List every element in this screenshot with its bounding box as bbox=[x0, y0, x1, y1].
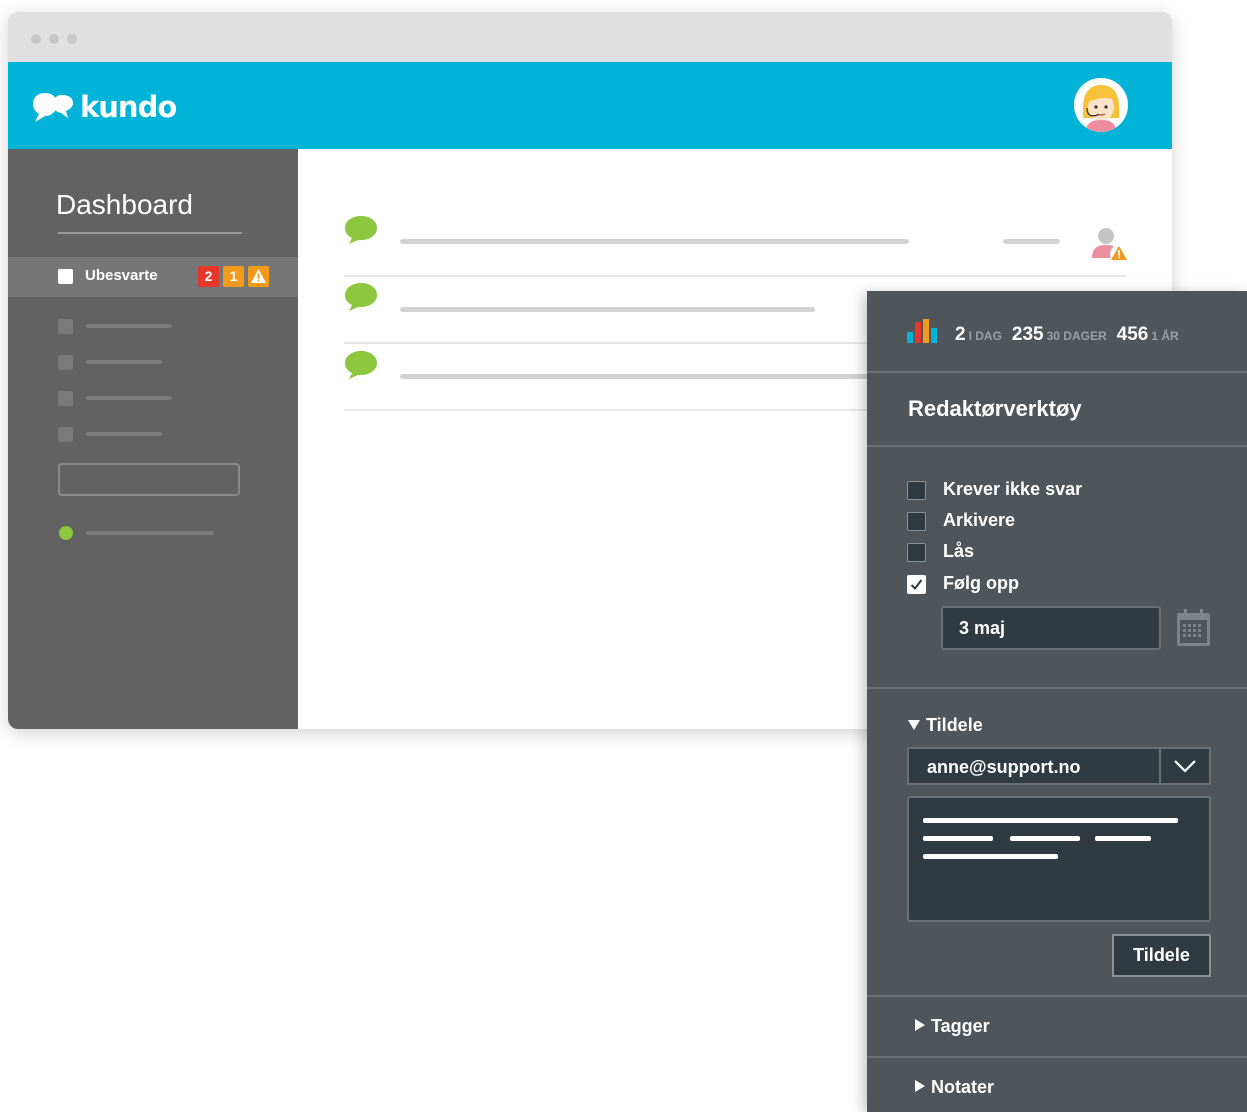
app-name: kundo bbox=[80, 90, 177, 124]
text-placeholder-line bbox=[923, 854, 1058, 859]
chat-bubble-icon bbox=[345, 351, 377, 379]
calendar-icon[interactable] bbox=[1176, 609, 1211, 647]
title-bar bbox=[8, 12, 1172, 62]
sidebar-item-label: Ubesvarte bbox=[85, 267, 158, 284]
stat-value-30-days: 235 bbox=[1011, 324, 1044, 345]
count-badge-orange: 1 bbox=[223, 266, 244, 287]
sidebar-item-placeholder-line bbox=[86, 324, 172, 328]
stat-value-today: 2 bbox=[955, 324, 966, 345]
panel-title: Redaktørverktøy bbox=[908, 396, 1082, 421]
assign-section-label: Tildele bbox=[926, 715, 983, 735]
sidebar-item-placeholder-line bbox=[86, 432, 162, 436]
text-placeholder-line bbox=[923, 836, 993, 841]
assignee-dropdown-button[interactable] bbox=[1159, 749, 1209, 783]
sidebar-title-underline bbox=[58, 232, 242, 234]
assign-section-toggle[interactable]: Tildele bbox=[907, 715, 983, 736]
app-header: kundo bbox=[8, 62, 1172, 149]
stats-bar: 2I DAG 235 30 DAGER 456 1 ÅR bbox=[867, 291, 1247, 373]
assignee-selected-value: anne@support.no bbox=[927, 757, 1081, 777]
chat-bubble-icon bbox=[345, 216, 377, 244]
sidebar-item-ubesvarte[interactable]: Ubesvarte 2 1 bbox=[8, 257, 298, 297]
follow-up-date-value: 3 maj bbox=[959, 618, 1006, 638]
notes-section-label: Notater bbox=[931, 1077, 995, 1097]
window-close-dot[interactable] bbox=[31, 34, 41, 44]
checkbox-label: Krever ikke svar bbox=[943, 479, 1083, 499]
sidebar-item-placeholder[interactable] bbox=[58, 319, 73, 334]
sidebar-search-input[interactable] bbox=[58, 463, 240, 496]
checkbox-label: Følg opp bbox=[943, 573, 1019, 593]
text-placeholder-line bbox=[1010, 836, 1080, 841]
sidebar-item-placeholder-line bbox=[86, 360, 162, 364]
sidebar-item-checkbox[interactable] bbox=[58, 269, 73, 284]
triangle-right-icon bbox=[915, 1019, 925, 1031]
sidebar-item-placeholder[interactable] bbox=[58, 391, 73, 406]
checkbox-label: Arkivere bbox=[943, 510, 1016, 530]
bar-chart-icon bbox=[907, 319, 937, 343]
stat-value-1-year: 456 bbox=[1116, 324, 1149, 345]
sidebar-item-placeholder[interactable] bbox=[58, 355, 73, 370]
section-divider bbox=[867, 445, 1247, 447]
section-divider bbox=[867, 995, 1247, 997]
unassigned-user-warning-icon bbox=[1092, 228, 1128, 263]
triangle-right-icon bbox=[915, 1080, 925, 1092]
conversation-title-placeholder[interactable] bbox=[400, 307, 815, 312]
sidebar: Dashboard Ubesvarte 2 1 bbox=[8, 149, 298, 729]
stats-values: 2I DAG 235 30 DAGER 456 1 ÅR bbox=[955, 324, 1189, 346]
row-separator bbox=[344, 275, 1127, 277]
notes-section-toggle[interactable]: Notater bbox=[914, 1077, 994, 1098]
user-avatar[interactable] bbox=[1074, 78, 1128, 132]
sidebar-title: Dashboard bbox=[56, 189, 193, 220]
section-divider bbox=[867, 687, 1247, 689]
sidebar-item-placeholder[interactable] bbox=[58, 427, 73, 442]
checkbox-box[interactable] bbox=[907, 481, 926, 500]
editor-tools-panel: 2I DAG 235 30 DAGER 456 1 ÅR Redaktørverktøy… bbox=[867, 291, 1247, 1112]
speech-bubbles-icon bbox=[33, 93, 73, 122]
text-placeholder-line bbox=[923, 818, 1178, 823]
assign-message-textarea[interactable] bbox=[907, 796, 1211, 922]
triangle-down-icon bbox=[908, 720, 920, 730]
checkbox-box[interactable] bbox=[907, 575, 926, 594]
kundo-logo[interactable]: kundo bbox=[32, 90, 177, 124]
checkbox-box[interactable] bbox=[907, 512, 926, 531]
sidebar-item-placeholder-line bbox=[86, 396, 172, 400]
checkmark-icon bbox=[910, 579, 923, 591]
assign-button[interactable]: Tildele bbox=[1112, 934, 1211, 977]
count-badge-red: 2 bbox=[198, 266, 219, 287]
status-placeholder-line bbox=[86, 531, 214, 535]
text-placeholder-line bbox=[1095, 836, 1151, 841]
stat-label-today: I DAG bbox=[968, 329, 1002, 343]
chevron-down-icon bbox=[1174, 760, 1196, 773]
window-minimize-dot[interactable] bbox=[49, 34, 59, 44]
conversation-title-placeholder[interactable] bbox=[400, 374, 871, 379]
window-zoom-dot[interactable] bbox=[67, 34, 77, 44]
stat-label-1-year: 1 ÅR bbox=[1151, 329, 1179, 343]
warning-icon bbox=[248, 266, 269, 287]
follow-up-date-field[interactable]: 3 maj bbox=[941, 606, 1161, 650]
checkbox-label: Lås bbox=[943, 541, 975, 561]
stat-label-30-days: 30 DAGER bbox=[1046, 329, 1107, 343]
assignee-select[interactable]: anne@support.no bbox=[907, 747, 1211, 785]
conversation-title-placeholder[interactable] bbox=[400, 239, 909, 244]
online-status-dot bbox=[59, 526, 73, 540]
chat-bubble-icon bbox=[345, 283, 377, 311]
tags-section-toggle[interactable]: Tagger bbox=[914, 1016, 990, 1037]
checkbox-box[interactable] bbox=[907, 543, 926, 562]
tags-section-label: Tagger bbox=[931, 1016, 990, 1036]
agent-avatar-icon bbox=[1074, 78, 1128, 132]
section-divider bbox=[867, 1056, 1247, 1058]
conversation-meta-placeholder bbox=[1003, 239, 1060, 244]
